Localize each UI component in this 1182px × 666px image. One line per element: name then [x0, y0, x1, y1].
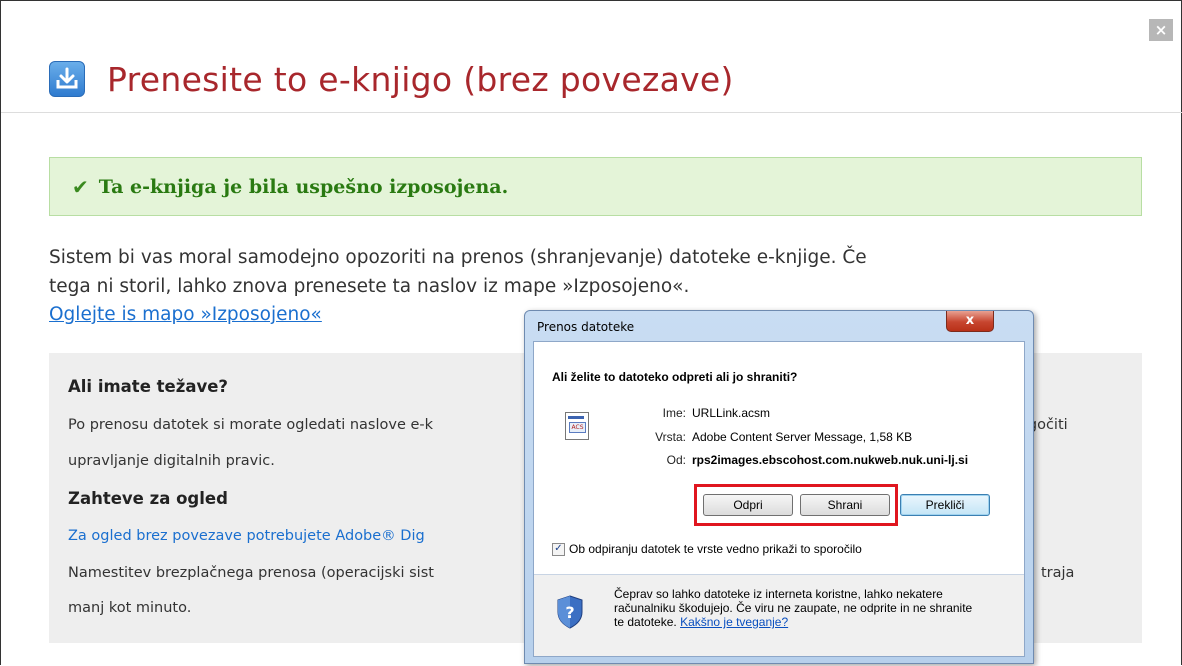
adobe-requirement-link[interactable]: Za ogled brez povezave potrebujete Adobe…	[68, 528, 425, 544]
help-text-3b: traja	[1041, 565, 1075, 581]
shield-question-icon: ?	[557, 595, 583, 629]
help-text-1a: Po prenosu datotek si morate ogledati na…	[68, 417, 434, 433]
type-label: Vrsta:	[655, 430, 686, 444]
dialog-title: Prenos datoteke	[537, 320, 635, 334]
name-value: URLLink.acsm	[692, 406, 771, 420]
help-text-4: manj kot minuto.	[68, 600, 192, 616]
name-label: Ime:	[662, 406, 686, 420]
requirements-heading: Zahteve za ogled	[68, 489, 228, 508]
instruction-line-2: tega ni storil, lahko znova prenesete ta…	[49, 276, 690, 297]
from-value: rps2images.ebscohost.com.nukweb.nuk.uni-…	[692, 453, 969, 467]
help-text-3a: Namestitev brezplačnega prenosa (operaci…	[68, 565, 434, 581]
open-button[interactable]: Odpri	[703, 494, 793, 516]
title-row: Prenesite to e-knjigo (brez povezave)	[49, 57, 734, 101]
type-value: Adobe Content Server Message, 1,58 KB	[692, 430, 913, 444]
page-title: Prenesite to e-knjigo (brez povezave)	[107, 59, 734, 99]
download-icon	[49, 61, 85, 97]
checkmark-icon: ✔	[72, 174, 89, 199]
always-ask-row: ✓ Ob odpiranju datotek te vrste vedno pr…	[552, 542, 862, 556]
dialog-body: Ali želite to datoteko odpreti ali jo sh…	[533, 341, 1025, 657]
file-icon: ACS	[565, 412, 589, 440]
always-ask-label: Ob odpiranju datotek te vrste vedno prik…	[569, 542, 862, 556]
file-download-dialog: Prenos datoteke x Ali želite to datoteko…	[524, 310, 1034, 664]
always-ask-checkbox[interactable]: ✓	[552, 542, 565, 556]
instruction-paragraph: Sistem bi vas moral samodejno opozoriti …	[49, 243, 1129, 301]
dialog-close-button[interactable]: x	[946, 311, 994, 332]
save-button[interactable]: Shrani	[800, 494, 890, 516]
warning-line-3-row: te datoteke. Kakšno je tveganje?	[614, 615, 1014, 629]
help-text-2: upravljanje digitalnih pravic.	[68, 453, 275, 469]
warning-line-1: Čeprav so lahko datoteke iz interneta ko…	[614, 587, 943, 601]
dialog-question: Ali želite to datoteko odpreti ali jo sh…	[552, 370, 798, 384]
svg-text:?: ?	[565, 603, 574, 622]
instruction-line-1: Sistem bi vas moral samodejno opozoriti …	[49, 247, 867, 268]
warning-line-3: te datoteke.	[614, 615, 677, 629]
warning-line-2: računalniku škodujejo. Če viru ne zaupat…	[614, 601, 973, 615]
cancel-button[interactable]: Prekliči	[900, 494, 990, 516]
from-label: Od:	[666, 453, 686, 467]
title-divider	[1, 112, 1182, 113]
help-heading: Ali imate težave?	[68, 377, 228, 396]
risk-link[interactable]: Kakšno je tveganje?	[680, 615, 788, 629]
success-message: Ta e-knjiga je bila uspešno izposojena.	[98, 175, 509, 198]
warning-area: ? Čeprav so lahko datoteke iz interneta …	[534, 575, 1024, 656]
close-page-button[interactable]: ×	[1149, 19, 1173, 41]
success-banner: ✔ Ta e-knjiga je bila uspešno izposojena…	[49, 157, 1142, 216]
borrowed-folder-link[interactable]: Oglejte is mapo »Izposojeno«	[49, 304, 322, 325]
warning-text: Čeprav so lahko datoteke iz interneta ko…	[614, 587, 1014, 629]
